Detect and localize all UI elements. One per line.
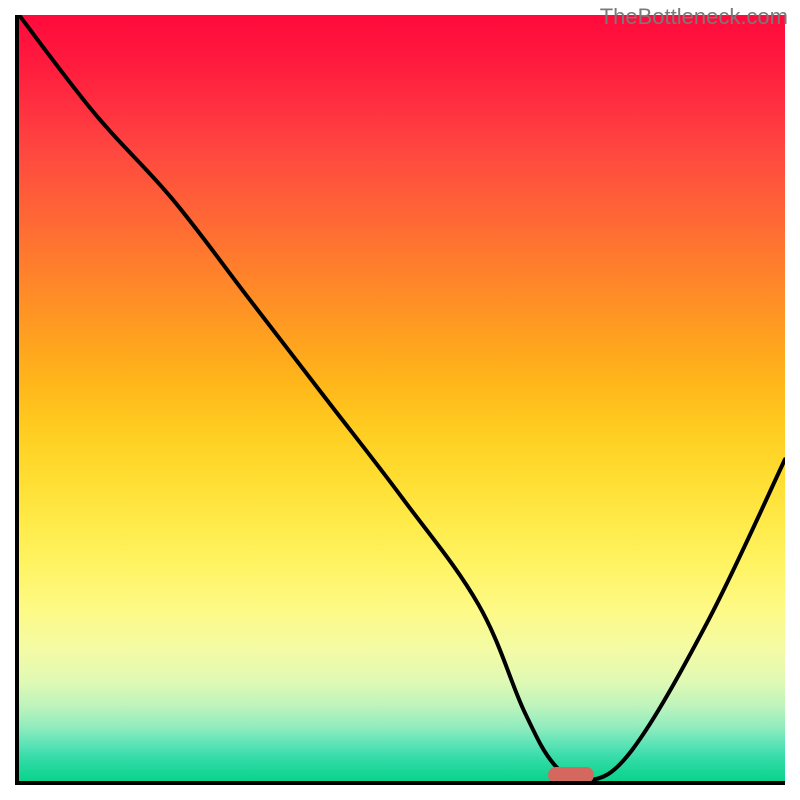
plot-container bbox=[15, 15, 785, 785]
data-curve-icon bbox=[19, 15, 785, 781]
optimum-marker-icon bbox=[548, 767, 594, 783]
plot-area bbox=[15, 15, 785, 785]
watermark-text: TheBottleneck.com bbox=[600, 4, 788, 30]
